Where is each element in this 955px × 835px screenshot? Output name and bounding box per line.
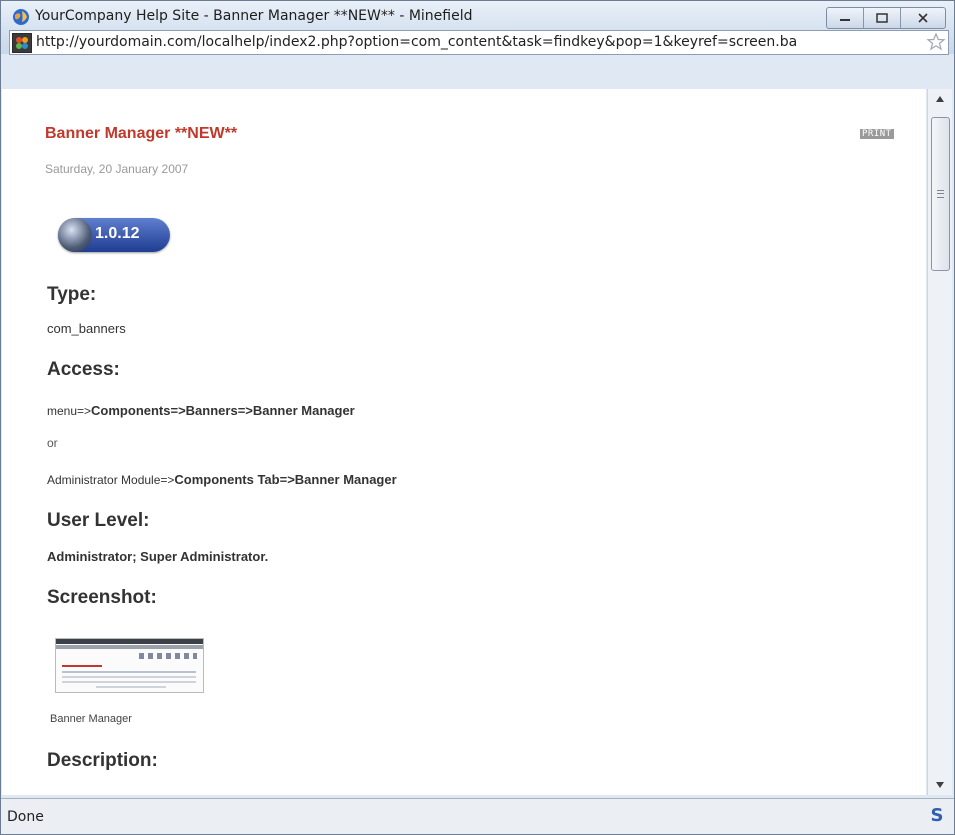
minimize-button[interactable] xyxy=(827,8,864,28)
user-level-value: Administrator; Super Administrator. xyxy=(47,549,269,564)
type-value: com_banners xyxy=(47,321,126,336)
article-title: Banner Manager **NEW** xyxy=(45,125,238,142)
thumbnail-title-line xyxy=(62,665,102,667)
thumbnail-table-header xyxy=(62,671,196,673)
scrollbar-thumb[interactable] xyxy=(931,117,950,271)
joomla-favicon-icon xyxy=(12,33,32,53)
vertical-scrollbar[interactable] xyxy=(927,89,952,795)
type-heading: Type: xyxy=(47,284,97,305)
access-path-2-path: Components Tab=>Banner Manager xyxy=(174,472,397,487)
access-path-1: menu=>Components=>Banners=>Banner Manage… xyxy=(47,403,355,418)
thumbnail-header xyxy=(56,639,203,644)
arrow-down-icon xyxy=(936,782,944,788)
url-text[interactable]: http://yourdomain.com/localhelp/index2.p… xyxy=(36,34,916,50)
maximize-icon xyxy=(876,13,888,23)
joomla-logo-icon xyxy=(58,218,92,252)
maximize-button[interactable] xyxy=(864,8,901,28)
star-icon[interactable] xyxy=(926,32,946,52)
access-path-2-prefix: Administrator Module=> xyxy=(47,473,175,487)
article-date: Saturday, 20 January 2007 xyxy=(45,162,189,176)
s-addon-icon[interactable]: S xyxy=(926,805,948,827)
scroll-up-button[interactable] xyxy=(928,89,952,109)
access-path-1-prefix: menu=> xyxy=(47,404,92,418)
address-bar[interactable]: http://yourdomain.com/localhelp/index2.p… xyxy=(9,30,949,55)
arrow-up-icon xyxy=(936,96,944,102)
thumbnail-toolbar xyxy=(139,653,197,659)
window-controls xyxy=(826,7,946,29)
access-path-1-path: Components=>Banners=>Banner Manager xyxy=(91,403,355,418)
access-heading: Access: xyxy=(47,359,120,380)
thumbnail-footer xyxy=(96,686,166,688)
status-bar: Done S xyxy=(1,798,954,834)
window-title: YourCompany Help Site - Banner Manager *… xyxy=(35,8,473,24)
screenshot-caption: Banner Manager xyxy=(50,713,132,725)
close-button[interactable] xyxy=(901,8,945,28)
access-path-2: Administrator Module=>Components Tab=>Ba… xyxy=(47,472,397,487)
user-level-heading: User Level: xyxy=(47,510,150,531)
screenshot-heading: Screenshot: xyxy=(47,587,157,608)
thumbnail-menu xyxy=(56,645,203,649)
screenshot-thumbnail[interactable] xyxy=(55,638,204,693)
description-heading: Description: xyxy=(47,750,158,771)
thumbnail-row xyxy=(62,676,196,678)
access-or: or xyxy=(47,436,58,450)
grip-icon xyxy=(937,190,944,198)
browser-window: YourCompany Help Site - Banner Manager *… xyxy=(0,0,955,835)
scroll-down-button[interactable] xyxy=(928,775,952,795)
version-text: 1.0.12 xyxy=(95,225,140,242)
page-content: Banner Manager **NEW** PRINT Saturday, 2… xyxy=(2,89,926,795)
version-badge: 1.0.12 xyxy=(58,218,170,252)
title-bar: YourCompany Help Site - Banner Manager *… xyxy=(1,1,954,55)
thumbnail-row xyxy=(62,681,196,683)
print-button[interactable]: PRINT xyxy=(860,129,894,139)
close-icon xyxy=(918,13,928,23)
minimize-icon xyxy=(840,19,850,21)
globe-icon xyxy=(13,9,29,25)
status-text: Done xyxy=(7,809,44,825)
